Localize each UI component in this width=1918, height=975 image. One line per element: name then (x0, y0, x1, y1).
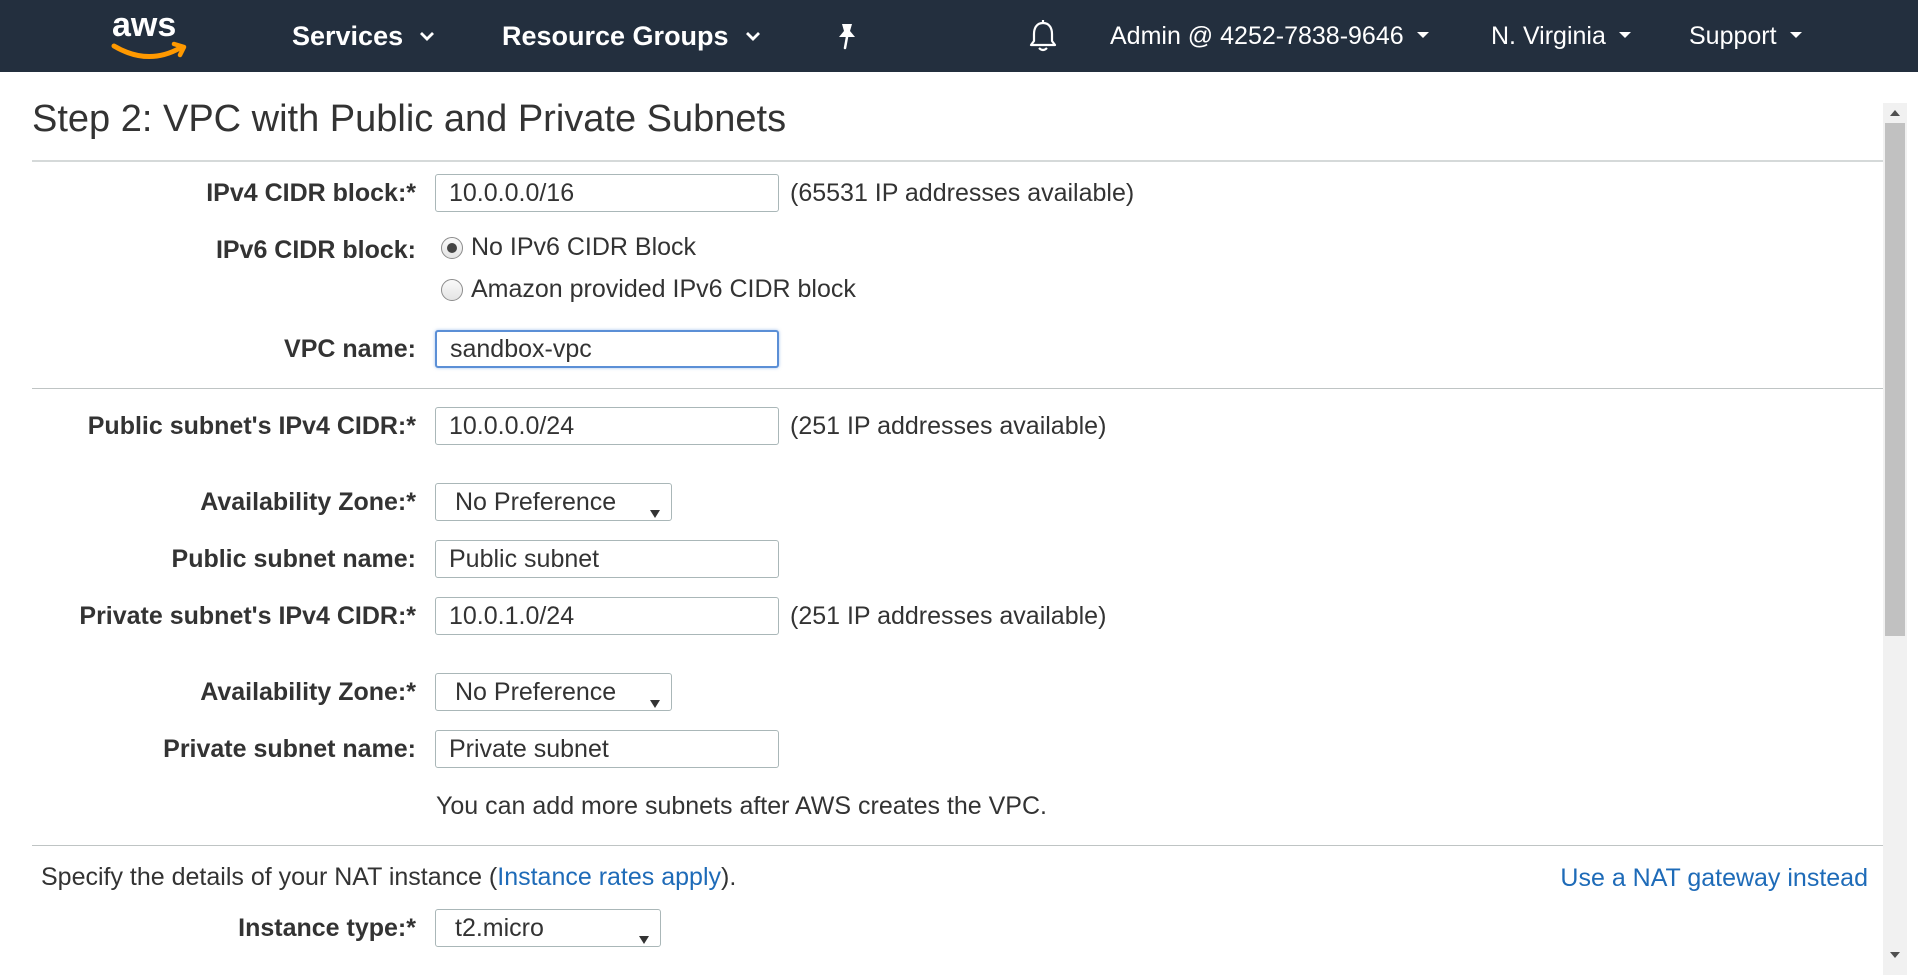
ipv6-option-none-label: No IPv6 CIDR Block (471, 233, 697, 261)
instance-rates-link[interactable]: Instance rates apply (497, 863, 721, 891)
aws-logo[interactable]: aws (108, 6, 192, 62)
title-divider (32, 160, 1884, 162)
region-menu[interactable]: N. Virginia (1491, 0, 1632, 72)
private-subnet-cidr-label: Private subnet's IPv4 CIDR:* (79, 602, 416, 630)
public-az-select[interactable]: No Preference (435, 483, 672, 521)
page-title: Step 2: VPC with Public and Private Subn… (32, 98, 787, 140)
public-subnet-cidr-label: Public subnet's IPv4 CIDR:* (87, 412, 416, 440)
nat-intro-prefix: Specify the details of your NAT instance… (41, 863, 498, 891)
public-subnet-availability: (251 IP addresses available) (790, 412, 1107, 440)
logo-smile-icon (111, 41, 187, 59)
ipv4-cidr-input[interactable]: 10.0.0.0/16 (435, 174, 779, 212)
scroll-up-arrow-icon[interactable] (1883, 103, 1907, 123)
scroll-down-arrow-icon[interactable] (1883, 945, 1907, 965)
private-subnet-name-input[interactable]: Private subnet (435, 730, 779, 768)
public-az-label: Availability Zone:* (200, 488, 416, 516)
resource-groups-label: Resource Groups (502, 20, 729, 51)
caret-down-icon (1789, 30, 1803, 44)
private-az-select[interactable]: No Preference (435, 673, 672, 711)
ipv6-option-amazon-label: Amazon provided IPv6 CIDR block (471, 275, 856, 303)
nat-intro: Specify the details of your NAT instance… (41, 863, 736, 892)
dropdown-arrow-icon (649, 687, 661, 716)
resource-groups-menu[interactable]: Resource Groups (502, 0, 760, 72)
ipv6-option-amazon[interactable]: Amazon provided IPv6 CIDR block (441, 275, 856, 304)
public-subnet-cidr-input[interactable]: 10.0.0.0/24 (435, 407, 779, 445)
ipv4-cidr-label: IPv4 CIDR block:* (206, 179, 416, 207)
public-subnet-name-input[interactable]: Public subnet (435, 540, 779, 578)
ipv6-option-none[interactable]: No IPv6 CIDR Block (441, 233, 696, 262)
public-az-value: No Preference (455, 487, 617, 516)
region-label: N. Virginia (1491, 21, 1606, 50)
scrollbar-thumb[interactable] (1885, 123, 1905, 636)
section-divider (32, 388, 1884, 389)
support-label: Support (1689, 21, 1777, 50)
caret-down-icon (1618, 30, 1632, 44)
nat-gateway-link[interactable]: Use a NAT gateway instead (1560, 864, 1868, 893)
top-navigation-bar: aws Services Resource Groups Admin @ 425 (0, 0, 1918, 72)
dropdown-arrow-icon (638, 923, 650, 952)
notifications-bell-icon[interactable] (1027, 0, 1059, 72)
account-label: Admin @ 4252-7838-9646 (1110, 21, 1404, 50)
private-az-value: No Preference (455, 677, 617, 706)
instance-type-label: Instance type:* (238, 914, 416, 942)
private-az-label: Availability Zone:* (200, 678, 416, 706)
private-subnet-cidr-input[interactable]: 10.0.1.0/24 (435, 597, 779, 635)
nat-intro-suffix: ). (721, 863, 737, 891)
public-subnet-name-label: Public subnet name: (171, 545, 416, 573)
ipv6-cidr-label: IPv6 CIDR block: (215, 236, 416, 264)
chevron-down-icon (419, 30, 435, 44)
vpc-name-input[interactable]: sandbox-vpc (435, 330, 779, 368)
ipv4-cidr-availability: (65531 IP addresses available) (790, 179, 1135, 207)
services-label: Services (292, 20, 404, 51)
instance-type-value: t2.micro (455, 913, 544, 942)
instance-type-select[interactable]: t2.micro (435, 909, 661, 947)
support-menu[interactable]: Support (1689, 0, 1803, 72)
vpc-name-label: VPC name: (284, 335, 416, 363)
radio-selected-icon[interactable] (441, 236, 463, 259)
caret-down-icon (1416, 30, 1430, 44)
private-subnet-name-label: Private subnet name: (163, 735, 416, 763)
nat-section-divider (32, 845, 1884, 846)
services-menu[interactable]: Services (292, 0, 435, 72)
radio-unselected-icon[interactable] (441, 278, 463, 301)
private-subnet-availability: (251 IP addresses available) (790, 602, 1107, 630)
account-menu[interactable]: Admin @ 4252-7838-9646 (1110, 0, 1430, 72)
pin-icon[interactable] (834, 0, 860, 72)
dropdown-arrow-icon (649, 497, 661, 526)
wizard-content: Step 2: VPC with Public and Private Subn… (0, 72, 1918, 975)
chevron-down-icon (745, 30, 760, 44)
subnet-info-note: You can add more subnets after AWS creat… (436, 792, 1047, 820)
